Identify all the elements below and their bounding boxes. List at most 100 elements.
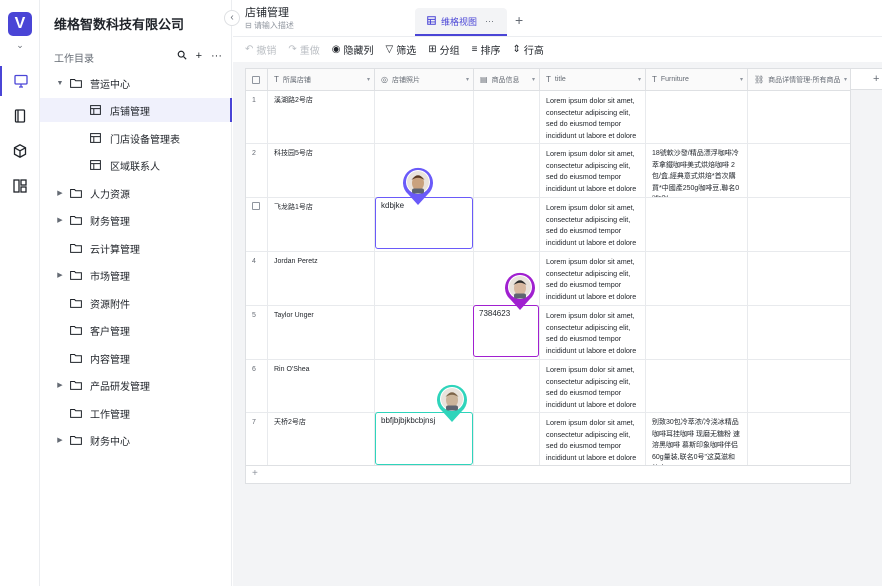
sidebar-item[interactable]: ▶ 财务中心 [40,428,232,452]
filter-button[interactable]: ▽ 筛选 [386,42,417,57]
table-cell[interactable]: 科技园5号店 [268,144,375,198]
chevron-down-icon[interactable]: ▾ [466,76,469,83]
table-cell[interactable] [474,198,540,252]
chevron-right-icon[interactable]: ▶ [54,216,66,224]
table-cell[interactable]: 别致30包冷萃浓/冷浇冰精品咖啡耳挂咖啡 现磨无糖粉 速溶黑咖啡 慕斯印象咖啡伴… [646,413,748,465]
add-row-button[interactable]: + [245,466,851,484]
row-number[interactable]: 5 [246,306,268,360]
column-header[interactable]: ▤ 商品信息 ▾ [474,69,540,91]
table-cell[interactable]: Jordan Peretz [268,252,375,306]
group-button[interactable]: ⊞ 分组 [428,42,459,57]
redo-button[interactable]: ↷ 重做 [288,42,319,57]
table-cell[interactable] [646,306,748,360]
space-switch-icon[interactable]: ⌄ [14,40,26,50]
column-header[interactable]: Ttitle ▾ [540,69,646,91]
chevron-right-icon[interactable]: ▶ [54,189,66,197]
table-cell[interactable] [748,360,850,413]
column-header[interactable]: ⛓ 商品详情管理-所有商品 ▾ [748,69,850,91]
add-column-button[interactable]: + [873,73,879,85]
sidebar-item[interactable]: ▼ 营运中心 [40,71,232,95]
table-cell[interactable] [646,252,748,306]
table-cell[interactable] [748,91,850,144]
row-number[interactable]: 7 [246,413,268,465]
column-header[interactable]: ◎ 店铺照片 ▾ [375,69,474,91]
table-cell[interactable] [748,252,850,306]
more-icon[interactable]: ··· [211,50,222,63]
table-cell[interactable]: Rin O'Shea [268,360,375,413]
table-cell[interactable]: Lorem ipsum dolor sit amet, consectetur … [540,360,646,413]
table-cell[interactable] [375,91,474,144]
collapse-sidebar-icon[interactable]: ‹ [224,10,240,26]
column-header[interactable]: T Furniture ▾ [646,69,748,91]
chevron-right-icon[interactable]: ▶ [54,271,66,279]
chevron-right-icon[interactable]: ▶ [54,436,66,444]
sidebar-item[interactable]: 店铺管理 [40,98,232,122]
table-cell[interactable]: 天桥2号店 [268,413,375,465]
search-icon[interactable] [177,50,187,63]
table-cell[interactable]: 18號軟沙發/精品漂浮咖啡冷萃拿鐵咖啡美式烘焙咖啡 2包/盒,經典意式烘焙*首次… [646,144,748,198]
sidebar-item[interactable]: ▶ 产品研发管理 [40,373,232,397]
sidebar-item[interactable]: 区域联系人 [40,153,232,177]
sidebar-item[interactable]: ▶ 财务管理 [40,208,232,232]
chevron-down-icon[interactable]: ▾ [638,76,641,83]
table-cell[interactable] [375,252,474,306]
row-number[interactable]: 4 [246,252,268,306]
row-number[interactable]: 1 [246,91,268,144]
sidebar-item[interactable]: 门店设备管理表 [40,126,232,150]
table-cell[interactable] [748,144,850,198]
table-cell[interactable] [748,306,850,360]
table-cell[interactable]: Lorem ipsum dolor sit amet, consectetur … [540,198,646,252]
table-cell[interactable]: 溪湖路2号店 [268,91,375,144]
sort-button[interactable]: ≡ 排序 [472,42,501,57]
sidebar-item[interactable]: 内容管理 [40,346,232,370]
table-cell[interactable]: Lorem ipsum dolor sit amet, consectetur … [540,252,646,306]
undo-button[interactable]: ↶ 撤销 [245,42,276,57]
table-cell[interactable] [646,91,748,144]
sidebar-item[interactable]: ▶ 市场管理 [40,263,232,287]
table-cell[interactable]: Lorem ipsum dolor sit amet, consectetur … [540,144,646,198]
sidebar-item[interactable]: ▶ 人力资源 [40,181,232,205]
row-checkbox[interactable] [252,202,260,210]
chevron-right-icon[interactable]: ▶ [54,381,66,389]
table-cell[interactable] [375,306,474,360]
page-description[interactable]: ⊟ 请输入描述 [245,20,294,31]
column-header[interactable]: T 所属店铺 ▾ [268,69,375,91]
hide-fields-button[interactable]: ◉ 隐藏列 [332,42,374,57]
table-cell[interactable] [748,413,850,465]
table-cell[interactable] [474,91,540,144]
table-cell[interactable]: Lorem ipsum dolor sit amet, consectetur … [540,306,646,360]
chevron-down-icon[interactable]: ▾ [844,76,847,83]
table-cell[interactable] [474,144,540,198]
view-more-icon[interactable]: ··· [485,16,494,26]
select-all-checkbox[interactable] [246,69,268,91]
sidebar-item[interactable]: 客户管理 [40,318,232,342]
notes-icon[interactable] [0,101,40,131]
table-cell[interactable] [748,198,850,252]
table-cell[interactable] [474,360,540,413]
row-number[interactable]: 2 [246,144,268,198]
table-cell[interactable]: Taylor Unger [268,306,375,360]
chevron-down-icon[interactable]: ▾ [740,76,743,83]
table-cell[interactable] [474,413,540,465]
cell-editor[interactable]: 7384623 [473,305,539,357]
app-logo-icon[interactable]: V [8,12,32,36]
workbench-icon[interactable] [0,66,40,96]
sidebar-item[interactable]: 资源附件 [40,291,232,315]
row-number[interactable] [246,198,268,252]
row-height-button[interactable]: ⇕ 行高 [512,42,543,57]
chevron-down-icon[interactable]: ▼ [54,80,66,87]
tab-grid-view[interactable]: 维格视图 ··· [415,8,507,36]
add-node-icon[interactable]: + [196,50,202,63]
table-cell[interactable] [646,198,748,252]
table-cell[interactable] [646,360,748,413]
sidebar-item[interactable]: 工作管理 [40,401,232,425]
chevron-down-icon[interactable]: ▾ [367,76,370,83]
table-cell[interactable]: Lorem ipsum dolor sit amet, consectetur … [540,91,646,144]
chevron-down-icon[interactable]: ▾ [532,76,535,83]
add-view-button[interactable]: + [515,12,523,28]
template-icon[interactable] [0,171,40,201]
cube-icon[interactable] [0,136,40,166]
sidebar-item[interactable]: 云计算管理 [40,236,232,260]
table-cell[interactable]: Lorem ipsum dolor sit amet, consectetur … [540,413,646,465]
table-cell[interactable]: 飞龙路1号店 [268,198,375,252]
